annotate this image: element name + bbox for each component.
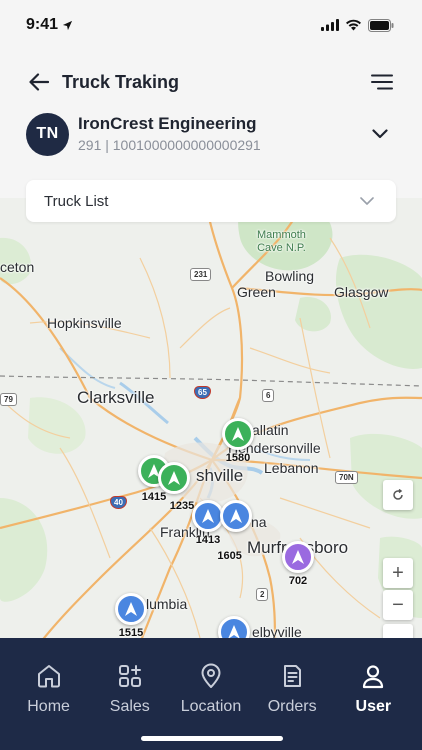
nav-label: User xyxy=(355,698,392,715)
truck-label: 1580 xyxy=(225,452,251,464)
route-shield-70n: 70N xyxy=(335,471,358,484)
company-name: IronCrest Engineering xyxy=(78,114,257,133)
nav-item-sales[interactable]: Sales xyxy=(90,638,170,750)
truck-label: 1413 xyxy=(195,534,221,546)
home-icon xyxy=(37,665,60,688)
truck-list-label: Truck List xyxy=(44,192,109,210)
page-title: Truck Traking xyxy=(62,71,180,92)
route-shield-2: 2 xyxy=(256,588,269,601)
wifi-icon xyxy=(346,19,361,31)
status-bar: 9:41 xyxy=(0,0,422,50)
location-arrow-icon xyxy=(62,20,73,30)
place-clarksville: Clarksville xyxy=(77,388,155,407)
navigation-arrow-icon xyxy=(125,602,137,616)
arrow-left-icon xyxy=(29,73,49,91)
hamburger-menu-icon xyxy=(371,74,393,90)
clock-text: 9:41 xyxy=(26,16,59,33)
truck-label: 1235 xyxy=(169,500,195,512)
place-gallatin: allatin xyxy=(252,422,289,438)
place-glasgow: Glasgow xyxy=(334,284,389,300)
zoom-in-button[interactable]: + xyxy=(383,558,413,588)
place-lebanon: Lebanon xyxy=(264,460,319,476)
truck-pin xyxy=(222,418,254,450)
user-icon xyxy=(363,665,384,689)
chevron-down-icon[interactable] xyxy=(368,122,392,146)
nav-label: Location xyxy=(180,698,242,715)
company-subtitle: 291 | 1001000000000000291 xyxy=(78,137,261,153)
status-icons xyxy=(321,18,394,32)
truck-pin xyxy=(282,541,314,573)
place-princeton: ceton xyxy=(0,259,35,275)
bottom-nav: Home Sales Location Orders User xyxy=(0,638,422,750)
place-smyrna: na xyxy=(251,514,267,530)
truck-pin xyxy=(158,462,190,494)
truck-label: 702 xyxy=(288,575,308,587)
company-info: IronCrest Engineering 291 | 100100000000… xyxy=(78,113,368,155)
chevron-down-icon xyxy=(360,197,374,205)
signal-icon xyxy=(321,19,339,31)
place-mammoth-cave: Mammoth Cave N.P. xyxy=(257,229,306,254)
navigation-arrow-icon xyxy=(292,550,304,564)
nav-label: Sales xyxy=(109,698,150,715)
truck-marker-702[interactable]: 702 xyxy=(282,541,314,587)
truck-marker-1515[interactable]: 1515 xyxy=(115,593,147,639)
place-hopkinsville: Hopkinsville xyxy=(47,315,122,331)
company-selector[interactable]: TN IronCrest Engineering 291 | 100100000… xyxy=(26,110,396,158)
navigation-arrow-icon xyxy=(168,471,180,485)
place-nashville: shville xyxy=(196,466,244,485)
home-indicator xyxy=(141,736,283,741)
place-bowling-green-2: Green xyxy=(237,284,276,300)
truck-marker-cluster-b[interactable]: 1235 xyxy=(158,462,194,512)
truck-marker-1580[interactable]: 1580 xyxy=(222,418,254,464)
route-shield-79: 79 xyxy=(0,393,17,406)
grid-plus-icon xyxy=(118,665,141,687)
nav-label: Home xyxy=(27,698,70,715)
place-columbia: lumbia xyxy=(146,596,188,612)
zoom-out-button[interactable]: − xyxy=(383,590,413,620)
navigation-arrow-icon xyxy=(232,427,244,441)
nav-item-orders[interactable]: Orders xyxy=(252,638,332,750)
battery-icon xyxy=(368,18,394,32)
truck-label: 1605 xyxy=(217,550,242,562)
route-shield-231: 231 xyxy=(190,268,212,281)
nav-item-location[interactable]: Location xyxy=(171,638,251,750)
document-icon xyxy=(284,665,302,687)
navigation-arrow-icon xyxy=(230,509,242,523)
map-view[interactable]: Mammoth Cave N.P. Bowling Green Glasgow c… xyxy=(0,198,422,643)
route-shield-6: 6 xyxy=(262,389,275,402)
place-bowling-green: Bowling xyxy=(265,268,315,284)
nav-item-home[interactable]: Home xyxy=(9,638,89,750)
map-base xyxy=(0,198,422,643)
nav-item-user[interactable]: User xyxy=(333,638,413,750)
map-refresh-button[interactable] xyxy=(383,480,413,510)
status-time: 9:41 xyxy=(26,16,73,34)
header: Truck Traking xyxy=(0,62,422,102)
truck-marker-1605[interactable]: 1605 xyxy=(217,500,252,562)
truck-list-dropdown[interactable]: Truck List xyxy=(26,180,396,222)
menu-button[interactable] xyxy=(368,68,396,96)
truck-pin xyxy=(115,593,147,625)
navigation-arrow-icon xyxy=(202,509,214,523)
refresh-icon xyxy=(393,489,403,500)
location-pin-icon xyxy=(201,663,221,688)
back-button[interactable] xyxy=(26,69,52,95)
company-avatar: TN xyxy=(26,112,69,156)
truck-pin xyxy=(220,500,252,532)
nav-label: Orders xyxy=(267,698,317,715)
